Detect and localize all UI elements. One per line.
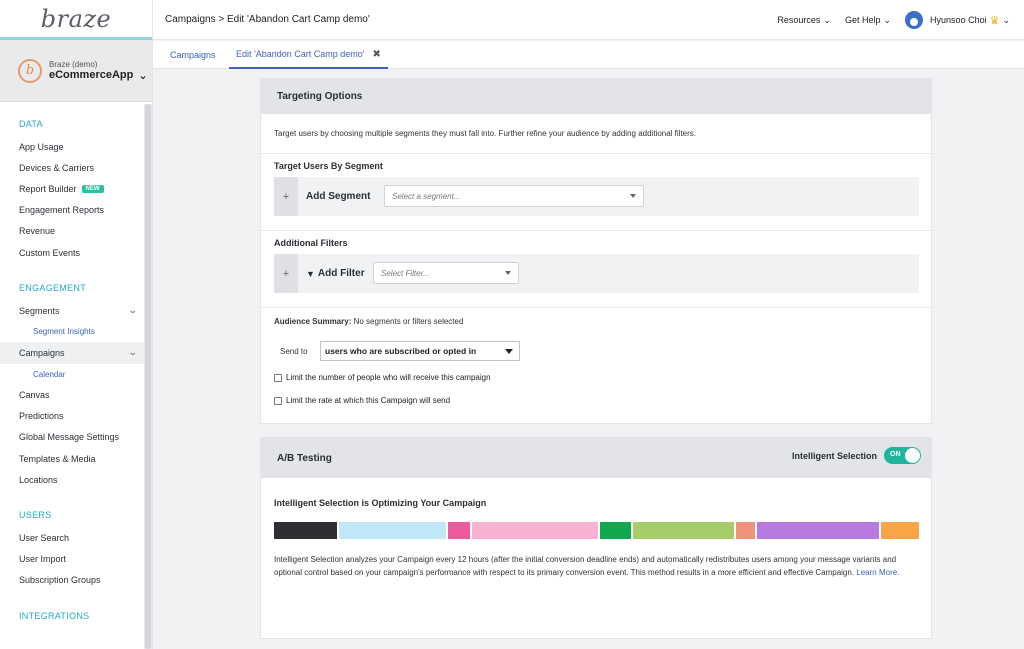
nav-section-data: DATA	[19, 119, 43, 129]
variant-segment	[756, 522, 880, 539]
avatar	[905, 11, 924, 29]
limit-people-row[interactable]: Limit the number of people who will rece…	[274, 373, 491, 382]
segment-strip: + Add Segment Select a segment...	[274, 177, 919, 216]
intelligent-selection-description: Intelligent Selection analyzes your Camp…	[274, 555, 900, 577]
sidebar-item-canvas[interactable]: Canvas	[0, 385, 145, 406]
sidebar: braze b Braze (demo) eCommerceApp ⌄ DATA …	[0, 0, 153, 649]
limit-rate-checkbox[interactable]	[274, 396, 282, 405]
nav-section-users: USERS	[19, 510, 52, 521]
sidebar-item-app-usage[interactable]: App Usage	[0, 136, 145, 157]
variant-segment	[274, 522, 337, 539]
optimizing-heading: Intelligent Selection is Optimizing Your…	[274, 498, 487, 508]
nav-section-engagement: ENGAGEMENT	[19, 283, 87, 294]
segment-heading: Target Users By Segment	[274, 161, 383, 171]
variant-segment	[338, 522, 446, 539]
add-filter-button[interactable]: ▼ Add Filter	[306, 254, 365, 293]
tab-campaigns[interactable]: Campaigns	[170, 41, 216, 69]
targeting-intro: Target users by choosing multiple segmen…	[274, 129, 696, 138]
variant-segment	[881, 522, 919, 539]
scrollbar-thumb[interactable]	[145, 104, 151, 649]
sidebar-item-user-import[interactable]: User Import	[0, 549, 145, 570]
sidebar-item-custom-events[interactable]: Custom Events	[0, 242, 145, 263]
add-segment-button[interactable]: Add Segment	[306, 177, 370, 216]
sidebar-item-user-search[interactable]: User Search	[0, 527, 145, 548]
close-icon[interactable]: ✖	[373, 49, 381, 60]
org-name: Braze (demo)	[49, 59, 98, 69]
filters-heading: Additional Filters	[274, 238, 348, 248]
variant-segment	[633, 522, 734, 539]
crown-icon: ♛	[989, 14, 1000, 27]
chevron-down-icon: ⌄	[128, 347, 139, 358]
sidebar-item-subscription-groups[interactable]: Subscription Groups	[0, 570, 145, 591]
chevron-down-icon: ⌄	[883, 14, 892, 25]
new-badge: NEW	[81, 184, 104, 193]
sidebar-subitem-calendar[interactable]: Calendar	[0, 364, 152, 385]
sidebar-scrollbar[interactable]	[144, 104, 152, 649]
send-to-label: Send to	[280, 347, 308, 356]
variant-segment	[471, 522, 598, 539]
filter-select[interactable]: Select Filter...	[373, 262, 519, 284]
topbar: Campaigns > Edit 'Abandon Cart Camp demo…	[153, 0, 1024, 40]
variant-segment	[599, 522, 632, 539]
sidebar-item-revenue[interactable]: Revenue	[0, 221, 145, 242]
sidebar-item-campaigns[interactable]: Campaigns ⌄	[0, 342, 145, 364]
sidebar-item-devices-carriers[interactable]: Devices & Carriers	[0, 157, 145, 178]
chevron-down-icon: ⌄	[823, 14, 831, 25]
targeting-options-card: Targeting Options Target users by choosi…	[260, 78, 932, 424]
app-switcher[interactable]: b Braze (demo) eCommerceApp ⌄	[0, 40, 152, 102]
segment-select[interactable]: Select a segment...	[384, 185, 644, 207]
breadcrumb: Campaigns > Edit 'Abandon Cart Camp demo…	[165, 14, 370, 25]
audience-summary: Audience Summary: No segments or filters…	[274, 317, 464, 326]
sidebar-item-templates-media[interactable]: Templates & Media	[0, 448, 145, 469]
user-menu[interactable]: Hyunsoo Choi ♛ ⌄	[905, 11, 1010, 29]
card-title: Targeting Options	[261, 79, 931, 114]
variant-segment	[735, 522, 755, 539]
intelligent-selection-label: Intelligent Selection	[791, 450, 877, 461]
sidebar-item-locations[interactable]: Locations	[0, 469, 145, 490]
tab-edit-campaign[interactable]: Edit 'Abandon Cart Camp demo' ✖	[229, 41, 388, 69]
caret-down-icon	[505, 271, 511, 275]
get-help-menu[interactable]: Get Help ⌄	[845, 15, 891, 26]
app-name: eCommerceApp	[49, 69, 134, 81]
learn-more-link[interactable]: Learn More.	[856, 568, 899, 577]
caret-down-icon	[630, 194, 636, 198]
card-title: A/B Testing Intelligent Selection ON	[261, 438, 931, 478]
limit-rate-row[interactable]: Limit the rate at which this Campaign wi…	[274, 396, 450, 405]
resources-menu[interactable]: Resources ⌄	[777, 15, 831, 26]
nav-section-integrations: INTEGRATIONS	[19, 611, 90, 621]
ab-testing-card: A/B Testing Intelligent Selection ON Int…	[260, 437, 932, 639]
add-filter-plus-icon[interactable]: +	[274, 254, 298, 293]
send-to-dropdown[interactable]: users who are subscribed or opted in	[320, 341, 520, 361]
tab-bar: Campaigns Edit 'Abandon Cart Camp demo' ✖	[153, 41, 1024, 69]
braze-logo[interactable]: braze	[0, 0, 152, 40]
app-avatar: b	[18, 58, 42, 83]
sidebar-item-engagement-reports[interactable]: Engagement Reports	[0, 200, 145, 221]
intelligent-selection-toggle[interactable]: ON	[884, 447, 921, 464]
sidebar-item-report-builder[interactable]: Report Builder NEW	[0, 178, 145, 199]
add-segment-plus-icon[interactable]: +	[274, 177, 298, 216]
caret-down-icon	[505, 349, 513, 354]
limit-people-checkbox[interactable]	[274, 373, 282, 382]
chevron-down-icon: ⌄	[1002, 14, 1010, 25]
variant-segment	[447, 522, 470, 539]
sidebar-nav: DATA App Usage Devices & Carriers Report…	[0, 102, 152, 628]
variant-distribution-bar	[274, 522, 919, 539]
chevron-down-icon: ⌄	[128, 305, 139, 316]
sidebar-subitem-segment-insights[interactable]: Segment Insights	[0, 321, 152, 342]
sidebar-item-global-message-settings[interactable]: Global Message Settings	[0, 427, 145, 448]
sidebar-item-segments[interactable]: Segments ⌄	[0, 300, 145, 321]
filter-strip: + ▼ Add Filter Select Filter...	[274, 254, 919, 293]
chevron-down-icon: ⌄	[138, 69, 148, 82]
filter-icon: ▼	[306, 268, 315, 279]
sidebar-item-predictions[interactable]: Predictions	[0, 406, 145, 427]
